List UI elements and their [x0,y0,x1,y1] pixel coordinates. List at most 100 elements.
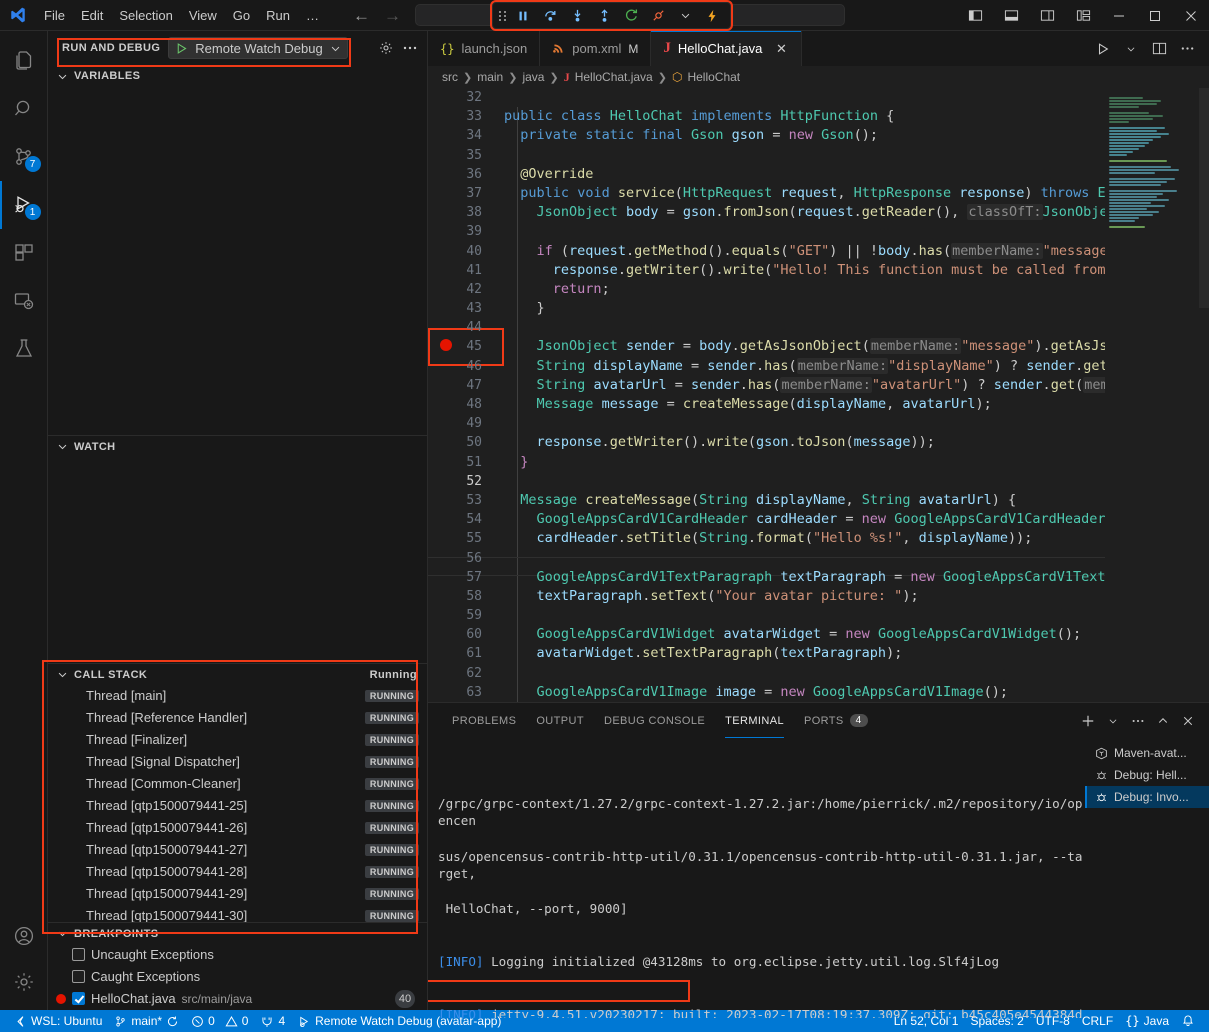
call-stack-thread[interactable]: Thread [qtp1500079441-25]RUNNING [48,795,427,817]
lightning-icon[interactable] [700,5,724,27]
tab-launch-json[interactable]: {} launch.json [428,31,540,66]
activity-extensions[interactable] [0,229,48,277]
back-arrow-icon[interactable]: ← [353,7,370,24]
activity-accounts[interactable] [0,914,48,962]
split-editor-button[interactable] [1147,37,1171,61]
menu-more[interactable]: … [298,5,327,26]
close-button[interactable] [1173,0,1209,31]
terminal-output[interactable]: /grpc/grpc-context/1.27.2/grpc-context-1… [428,738,1085,1018]
activity-explorer[interactable] [0,37,48,85]
tab-terminal[interactable]: TERMINAL [715,703,794,738]
breakpoint-uncaught-exceptions[interactable]: Uncaught Exceptions [48,944,427,966]
call-stack-thread[interactable]: Thread [qtp1500079441-26]RUNNING [48,817,427,839]
status-notifications[interactable] [1175,1010,1201,1032]
forward-arrow-icon[interactable]: → [384,7,401,24]
activity-remote-explorer[interactable] [0,277,48,325]
call-stack-thread[interactable]: Thread [qtp1500079441-29]RUNNING [48,883,427,905]
tab-problems[interactable]: PROBLEMS [442,703,526,738]
status-remote[interactable]: WSL: Ubuntu [8,1010,108,1032]
navigation-arrows: ← → [353,7,401,24]
activity-run-and-debug[interactable]: 1 [0,181,48,229]
chevron-down-icon[interactable] [330,43,341,54]
section-watch-header[interactable]: WATCH [48,435,427,457]
breadcrumb-file[interactable]: HelloChat.java [575,70,653,84]
minimize-button[interactable] [1101,0,1137,31]
gear-icon[interactable] [375,37,397,59]
tab-pom-xml[interactable]: pom.xml M [540,31,651,66]
section-variables-header[interactable]: VARIABLES [48,65,427,87]
activity-source-control[interactable]: 7 [0,133,48,181]
code-scroll-area[interactable]: 3233public class HelloChat implements Ht… [428,88,1105,702]
step-over-button[interactable] [538,5,562,27]
toggle-panel-button[interactable] [993,0,1029,31]
pause-button[interactable] [511,5,535,27]
code-editor[interactable]: 3233public class HelloChat implements Ht… [428,88,1209,702]
minimap-slider[interactable] [1199,88,1209,308]
step-into-button[interactable] [565,5,589,27]
section-breakpoints-header[interactable]: BREAKPOINTS [48,922,427,944]
section-call-stack-header[interactable]: CALL STACK Running [48,663,427,685]
menu-view[interactable]: View [181,5,225,26]
status-problems[interactable]: 0 0 [185,1010,254,1032]
tab-output[interactable]: OUTPUT [526,703,594,738]
breadcrumb-class[interactable]: HelloChat [687,70,740,84]
terminal-list-item-maven[interactable]: Maven-avat... [1085,742,1209,764]
close-icon[interactable]: ✕ [773,41,789,57]
status-branch[interactable]: main* [108,1010,185,1032]
call-stack-thread[interactable]: Thread [main]RUNNING [48,685,427,707]
activity-testing[interactable] [0,325,48,373]
checkbox[interactable] [72,992,85,1005]
breakpoint-caught-exceptions[interactable]: Caught Exceptions [48,966,427,988]
restart-button[interactable] [619,5,643,27]
menu-edit[interactable]: Edit [73,5,111,26]
checkbox[interactable] [72,970,85,983]
checkbox[interactable] [72,948,85,961]
call-stack-thread[interactable]: Thread [Signal Dispatcher]RUNNING [48,751,427,773]
close-panel-button[interactable] [1177,710,1199,732]
maximize-button[interactable] [1137,0,1173,31]
maximize-panel-button[interactable] [1152,710,1174,732]
minimap[interactable] [1105,88,1209,702]
breakpoint-hellochat[interactable]: HelloChat.java src/main/java 40 [48,988,427,1010]
status-ports[interactable]: 4 [254,1010,291,1032]
more-actions-icon[interactable] [1175,37,1199,61]
call-stack-thread[interactable]: Thread [qtp1500079441-30]RUNNING [48,905,427,923]
call-stack-thread[interactable]: Thread [Finalizer]RUNNING [48,729,427,751]
more-actions-icon[interactable] [1127,710,1149,732]
more-actions-icon[interactable] [399,37,421,59]
sync-icon[interactable] [166,1015,179,1028]
breadcrumb-main[interactable]: main [477,70,503,84]
call-stack-thread[interactable]: Thread [Common-Cleaner]RUNNING [48,773,427,795]
activity-settings[interactable] [0,962,48,1010]
tab-hellochat-java[interactable]: J HelloChat.java ✕ [651,31,802,66]
tab-ports[interactable]: PORTS 4 [794,703,878,738]
menu-run[interactable]: Run [258,5,298,26]
tab-debug-console[interactable]: DEBUG CONSOLE [594,703,715,738]
drag-handle-icon[interactable] [499,11,506,21]
chevron-down-icon[interactable] [673,5,697,27]
start-debug-icon[interactable] [175,42,188,55]
toggle-primary-sidebar-button[interactable] [957,0,993,31]
status-language[interactable]: {} Java [1119,1010,1175,1032]
chevron-down-icon[interactable] [1102,710,1124,732]
activity-search[interactable] [0,85,48,133]
terminal-list-item-debug-hellochat[interactable]: Debug: Hell... [1085,764,1209,786]
terminal-list-item-debug-invoker[interactable]: Debug: Invo... [1085,786,1209,808]
breadcrumb-java[interactable]: java [522,70,544,84]
source-code[interactable]: 3233public class HelloChat implements Ht… [428,88,1105,702]
new-terminal-button[interactable] [1077,710,1099,732]
chevron-down-icon[interactable] [1119,37,1143,61]
call-stack-thread[interactable]: Thread [Reference Handler]RUNNING [48,707,427,729]
run-java-button[interactable] [1091,37,1115,61]
launch-configuration-dropdown[interactable]: Remote Watch Debug [168,37,347,59]
breadcrumb-src[interactable]: src [442,70,458,84]
toggle-secondary-sidebar-button[interactable] [1029,0,1065,31]
call-stack-thread[interactable]: Thread [qtp1500079441-28]RUNNING [48,861,427,883]
call-stack-thread[interactable]: Thread [qtp1500079441-27]RUNNING [48,839,427,861]
menu-go[interactable]: Go [225,5,258,26]
customize-layout-button[interactable] [1065,0,1101,31]
menu-file[interactable]: File [36,5,73,26]
menu-selection[interactable]: Selection [111,5,180,26]
disconnect-button[interactable] [646,5,670,27]
step-out-button[interactable] [592,5,616,27]
